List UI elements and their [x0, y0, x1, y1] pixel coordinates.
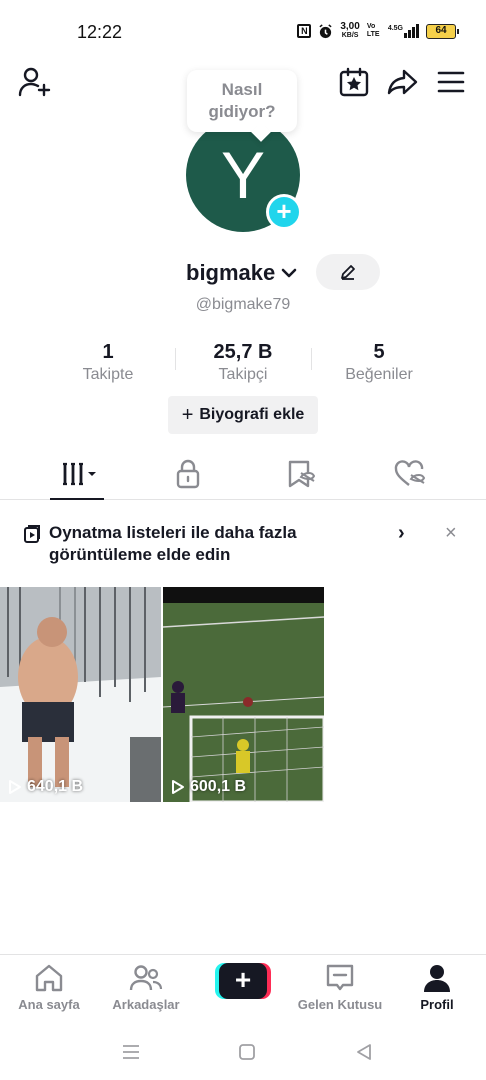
square-icon	[239, 1044, 255, 1060]
share-button[interactable]	[384, 64, 420, 100]
nav-profile[interactable]: Profil	[389, 961, 485, 1012]
menu-lines-icon	[123, 1045, 139, 1059]
content-tabs	[0, 448, 486, 500]
add-bio-button[interactable]: + Biyografi ekle	[168, 396, 318, 434]
inbox-icon	[326, 964, 354, 991]
volte-indicator: Vo LTE	[366, 23, 380, 38]
view-count: 600,1 B	[171, 778, 246, 796]
calendar-star-button[interactable]	[336, 64, 372, 100]
add-bio-label: Biyografi ekle	[199, 406, 305, 423]
add-friend-button[interactable]	[16, 64, 52, 100]
tab-videos[interactable]	[50, 448, 110, 500]
tab-saved[interactable]	[270, 448, 330, 500]
create-icon: +	[219, 963, 267, 999]
playlist-banner[interactable]: Oynatma listeleri ile daha fazla görüntü…	[0, 510, 486, 574]
nav-inbox[interactable]: Gelen Kutusu	[292, 961, 388, 1012]
nav-friends[interactable]: Arkadaşlar	[98, 961, 194, 1012]
plus-icon: +	[181, 403, 194, 426]
home-icon	[35, 964, 63, 992]
heart-hidden-icon	[394, 460, 426, 486]
active-tab-indicator	[50, 498, 104, 500]
video-grid: 640,1 B 600,1 B	[0, 587, 486, 802]
profile-avatar[interactable]: Y +	[186, 118, 302, 232]
lock-icon	[176, 459, 200, 489]
bottom-nav: Ana sayfa Arkadaşlar + Gelen Kutusu Prof…	[0, 954, 486, 1024]
status-bar: 12:22 N 3,00 KB/S Vo LTE 4.5G 64	[0, 0, 486, 64]
status-bubble[interactable]: Nasıl gidiyor?	[187, 70, 297, 132]
hamburger-menu-icon	[437, 71, 465, 93]
chevron-right-icon[interactable]: ›	[398, 522, 405, 545]
play-icon	[172, 780, 184, 794]
bookmark-hidden-icon	[288, 460, 315, 488]
profile-stats: 1 Takipte 25,7 B Takipçi 5 Beğeniler	[0, 340, 486, 390]
friends-icon	[129, 965, 163, 991]
stat-likes[interactable]: 5 Beğeniler	[299, 340, 459, 386]
share-icon	[387, 69, 418, 95]
create-button[interactable]: +	[215, 963, 271, 999]
calendar-star-icon	[339, 67, 369, 97]
status-time: 12:22	[77, 22, 123, 42]
profile-icon	[424, 965, 450, 992]
snow-scene-image	[0, 587, 161, 802]
playlist-banner-text: Oynatma listeleri ile daha fazla görüntü…	[49, 523, 297, 564]
back-button[interactable]	[352, 1040, 376, 1064]
signal-icon: 4.5G	[388, 24, 419, 38]
username: bigmake	[186, 260, 276, 285]
system-nav-bar	[0, 1024, 486, 1080]
alarm-icon	[319, 23, 332, 38]
view-count: 640,1 B	[8, 778, 83, 796]
status-icons: N 3,00 KB/S Vo LTE 4.5G 64	[297, 21, 459, 40]
user-handle: @bigmake79	[195, 296, 291, 313]
playlist-icon	[24, 525, 40, 543]
battery-icon: 64	[426, 23, 459, 39]
username-dropdown[interactable]: bigmake	[186, 256, 299, 290]
play-icon	[9, 780, 21, 794]
chevron-down-icon	[281, 268, 297, 278]
recent-apps-button[interactable]	[119, 1040, 143, 1064]
network-speed: 3,00 KB/S	[340, 21, 360, 40]
close-icon[interactable]: ×	[445, 522, 457, 545]
tab-liked[interactable]	[380, 448, 440, 500]
home-system-button[interactable]	[235, 1040, 259, 1064]
pencil-icon	[341, 265, 355, 280]
back-triangle-icon	[357, 1044, 371, 1060]
menu-button[interactable]	[433, 64, 469, 100]
nav-home[interactable]: Ana sayfa	[1, 961, 97, 1012]
add-story-button[interactable]: +	[266, 194, 302, 230]
tab-private[interactable]	[158, 448, 218, 500]
football-scene-image	[163, 587, 324, 802]
video-thumbnail[interactable]: 640,1 B	[0, 587, 161, 802]
nfc-icon: N	[297, 24, 312, 38]
video-thumbnail[interactable]: 600,1 B	[163, 587, 324, 802]
add-user-icon	[18, 67, 51, 97]
video-grid-icon	[63, 462, 96, 486]
edit-profile-button[interactable]	[316, 254, 380, 290]
